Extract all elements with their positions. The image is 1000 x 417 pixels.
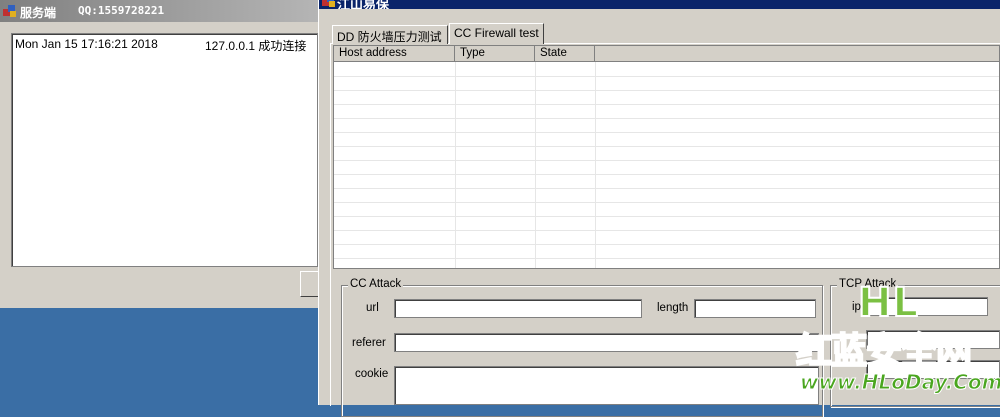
watermark-name: 红蓝安全网 bbox=[795, 330, 973, 373]
grid-line bbox=[334, 118, 999, 119]
watermark: HL 红蓝安全网 www.HLoDay.Com bbox=[792, 279, 1000, 405]
log-time: Mon Jan 15 17:16:21 2018 bbox=[15, 37, 158, 51]
referer-label: referer bbox=[352, 337, 386, 349]
watermark-logo: HL bbox=[857, 279, 919, 327]
server-window: 服务端 QQ:1559728221 Mon Jan 15 17:16:21 20… bbox=[0, 0, 318, 308]
grid-line bbox=[334, 160, 999, 161]
grid-line bbox=[334, 146, 999, 147]
log-entry: Mon Jan 15 17:16:21 2018 127.0.0.1 成功连接 bbox=[15, 37, 306, 93]
referer-input[interactable] bbox=[394, 333, 819, 352]
column-type[interactable]: Type bbox=[455, 46, 535, 62]
tab-dd-firewall-test[interactable]: DD 防火墙压力测试 bbox=[332, 25, 448, 44]
grid-line bbox=[334, 132, 999, 133]
url-input[interactable] bbox=[394, 299, 642, 318]
column-state[interactable]: State bbox=[535, 46, 595, 62]
length-label: length bbox=[657, 302, 689, 314]
cc-attack-label: CC Attack bbox=[348, 278, 404, 290]
grid-line bbox=[334, 104, 999, 105]
cookie-input[interactable] bbox=[394, 366, 819, 405]
watermark-url: www.HLoDay.Com bbox=[800, 370, 1000, 395]
grid-line bbox=[334, 90, 999, 91]
grid-line bbox=[334, 258, 999, 259]
tab-cc-firewall-test[interactable]: CC Firewall test bbox=[449, 23, 544, 44]
app-icon bbox=[321, 0, 337, 9]
grid-line bbox=[334, 76, 999, 77]
connection-log[interactable]: Mon Jan 15 17:16:21 2018 127.0.0.1 成功连接 bbox=[11, 33, 318, 267]
grid-line bbox=[334, 174, 999, 175]
app-icon bbox=[2, 3, 18, 22]
grid-line bbox=[334, 188, 999, 189]
column-host-address[interactable]: Host address bbox=[334, 46, 455, 62]
grid-line bbox=[455, 62, 456, 268]
grid-line bbox=[535, 62, 536, 268]
grid-line bbox=[334, 230, 999, 231]
cookie-label: cookie bbox=[355, 368, 389, 380]
desktop-background bbox=[0, 308, 318, 405]
column-filler bbox=[595, 46, 999, 62]
url-label: url bbox=[366, 302, 379, 314]
log-message: 127.0.0.1 成功连接 bbox=[205, 39, 307, 53]
grid-line bbox=[595, 62, 596, 268]
main-window-titlebar[interactable]: 江山易保 bbox=[319, 0, 1000, 9]
qq-number: QQ:1559728221 bbox=[78, 4, 165, 17]
main-window-title: 江山易保 bbox=[337, 0, 390, 9]
server-window-titlebar[interactable]: 服务端 QQ:1559728221 bbox=[0, 0, 318, 22]
grid-line bbox=[334, 202, 999, 203]
server-window-title: 服务端 bbox=[20, 6, 57, 20]
host-list[interactable]: Host address Type State bbox=[333, 45, 1000, 269]
grid-line bbox=[334, 216, 999, 217]
grid-line bbox=[334, 244, 999, 245]
server-button[interactable] bbox=[300, 271, 318, 297]
